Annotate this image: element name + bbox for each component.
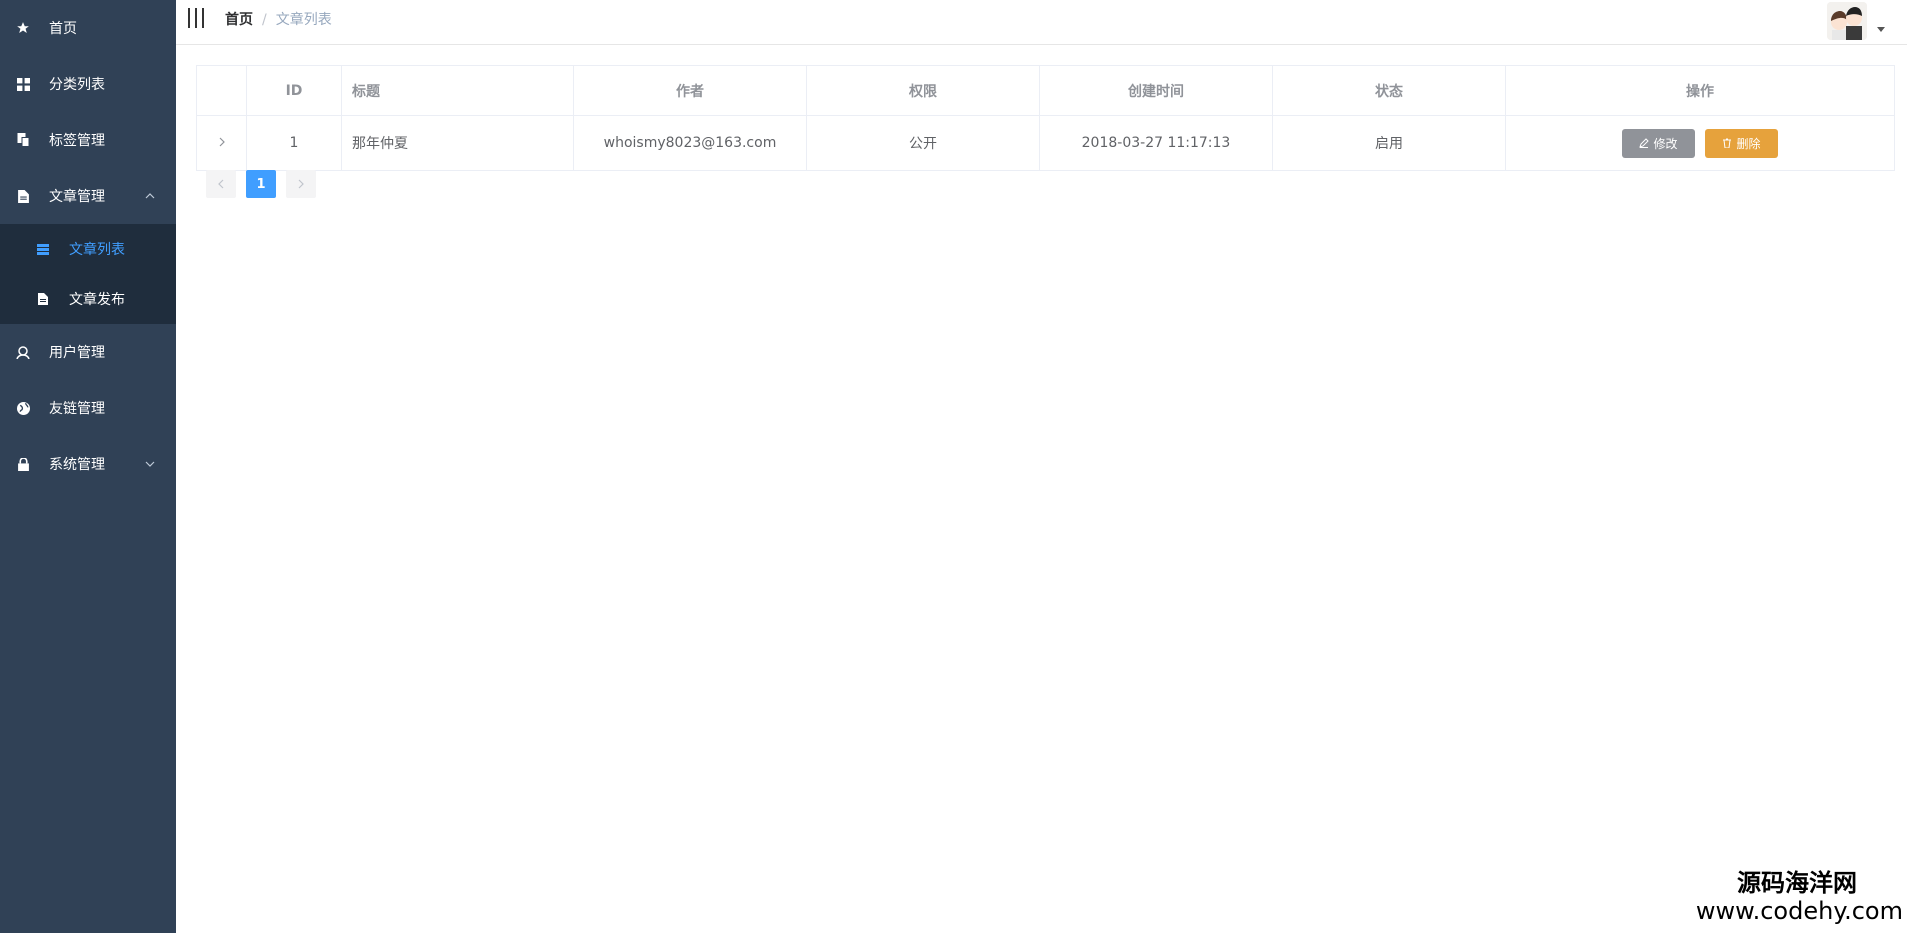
sidebar-item-system[interactable]: 系统管理 bbox=[0, 436, 176, 492]
expand-column-header bbox=[196, 65, 247, 116]
column-header-author: 作者 bbox=[573, 65, 807, 116]
table-header-row: ID 标题 作者 权限 创建时间 状态 操作 bbox=[196, 65, 1895, 116]
user-icon bbox=[15, 344, 31, 360]
watermark: 源码海洋网 www.codehy.com bbox=[1696, 869, 1903, 925]
trash-icon bbox=[1722, 138, 1732, 148]
column-header-created: 创建时间 bbox=[1039, 65, 1273, 116]
article-table: ID 标题 作者 权限 创建时间 状态 操作 1 那年仲夏 whoismy802… bbox=[196, 65, 1895, 171]
sidebar-subitem-label: 文章发布 bbox=[69, 292, 125, 308]
sidebar-subitem-article-list[interactable]: 文章列表 bbox=[0, 224, 176, 274]
cell-permission: 公开 bbox=[806, 115, 1040, 171]
column-header-id: ID bbox=[246, 65, 342, 116]
sidebar-item-label: 友链管理 bbox=[49, 401, 105, 417]
sidebar-item-label: 文章管理 bbox=[49, 189, 105, 205]
watermark-line1: 源码海洋网 bbox=[1737, 869, 1857, 897]
watermark-line2: www.codehy.com bbox=[1695, 897, 1903, 925]
sidebar-item-tags[interactable]: 标签管理 bbox=[0, 112, 176, 168]
globe-icon bbox=[15, 400, 31, 416]
sidebar-item-label: 标签管理 bbox=[49, 133, 105, 149]
sidebar-item-label: 用户管理 bbox=[49, 345, 105, 361]
breadcrumb: 首页 / 文章列表 bbox=[225, 11, 332, 29]
navbar: 首页 / 文章列表 bbox=[176, 0, 1907, 45]
edit-button-label: 修改 bbox=[1653, 136, 1678, 151]
cell-actions: 修改 删除 bbox=[1505, 115, 1895, 171]
chevron-down-icon bbox=[144, 458, 156, 470]
sidebar-item-label: 分类列表 bbox=[49, 77, 105, 93]
cell-author: whoismy8023@163.com bbox=[573, 115, 807, 171]
sidebar-subitem-article-publish[interactable]: 文章发布 bbox=[0, 274, 176, 324]
expand-toggle[interactable] bbox=[196, 115, 247, 171]
pencil-icon bbox=[1639, 138, 1650, 148]
articles-submenu: 文章列表 文章发布 bbox=[0, 224, 176, 324]
lock-icon bbox=[15, 456, 31, 472]
sidebar-item-links[interactable]: 友链管理 bbox=[0, 380, 176, 436]
sidebar: 首页 分类列表 标签管理 文章管理 文章列表 文章发布 用户管理 友链管理 系统… bbox=[0, 0, 176, 933]
delete-button[interactable]: 删除 bbox=[1705, 128, 1778, 158]
cell-created: 2018-03-27 11:17:13 bbox=[1039, 115, 1273, 171]
breadcrumb-home[interactable]: 首页 bbox=[225, 12, 253, 28]
caret-down-icon[interactable] bbox=[1877, 27, 1885, 32]
column-header-permission: 权限 bbox=[806, 65, 1040, 116]
sidebar-item-label: 首页 bbox=[49, 21, 77, 37]
edit-button[interactable]: 修改 bbox=[1622, 128, 1695, 158]
chevron-right-icon bbox=[219, 135, 225, 151]
table-row: 1 那年仲夏 whoismy8023@163.com 公开 2018-03-27… bbox=[196, 115, 1895, 171]
copy-icon bbox=[15, 132, 31, 148]
sidebar-item-home[interactable]: 首页 bbox=[0, 0, 176, 56]
avatar[interactable] bbox=[1827, 2, 1867, 40]
cell-title: 那年仲夏 bbox=[341, 115, 574, 171]
sidebar-item-articles[interactable]: 文章管理 bbox=[0, 168, 176, 224]
star-icon bbox=[15, 20, 31, 36]
pagination: 1 bbox=[206, 170, 326, 198]
delete-button-label: 删除 bbox=[1736, 136, 1761, 151]
sidebar-item-categories[interactable]: 分类列表 bbox=[0, 56, 176, 112]
breadcrumb-separator: / bbox=[262, 12, 267, 28]
document-icon bbox=[35, 291, 51, 307]
cell-status: 启用 bbox=[1272, 115, 1506, 171]
grid-icon bbox=[15, 76, 31, 92]
list-icon bbox=[35, 241, 51, 257]
next-page-button[interactable] bbox=[286, 170, 316, 198]
document-icon bbox=[15, 188, 31, 204]
column-header-status: 状态 bbox=[1272, 65, 1506, 116]
sidebar-item-users[interactable]: 用户管理 bbox=[0, 324, 176, 380]
page-number[interactable]: 1 bbox=[246, 170, 276, 198]
hamburger-icon[interactable] bbox=[188, 8, 204, 28]
column-header-title: 标题 bbox=[341, 65, 574, 116]
cell-id: 1 bbox=[246, 115, 342, 171]
sidebar-subitem-label: 文章列表 bbox=[69, 242, 125, 258]
chevron-up-icon bbox=[144, 190, 156, 202]
sidebar-item-label: 系统管理 bbox=[49, 457, 105, 473]
prev-page-button[interactable] bbox=[206, 170, 236, 198]
breadcrumb-current: 文章列表 bbox=[275, 12, 332, 28]
column-header-actions: 操作 bbox=[1505, 65, 1895, 116]
